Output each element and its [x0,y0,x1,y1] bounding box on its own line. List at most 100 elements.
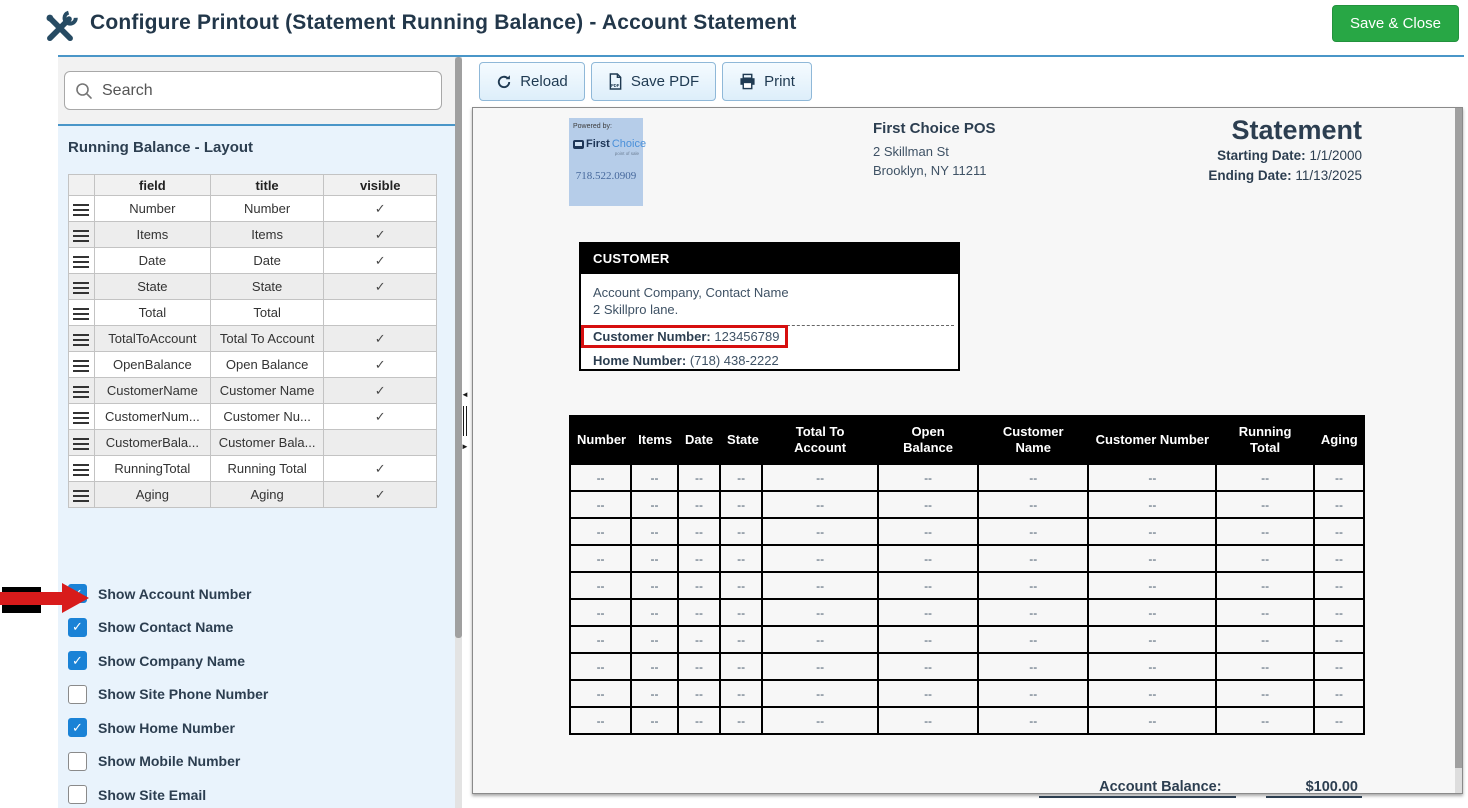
show-option-row[interactable]: ✓Show Company Name [68,651,438,670]
drag-handle-icon[interactable] [69,300,95,326]
statement-cell: -- [631,653,678,680]
logo-tagline: point of sale [573,151,639,156]
statement-cell: -- [720,653,762,680]
splitter-left-icon[interactable]: ◄ [459,390,471,400]
checkbox-checked[interactable]: ✓ [68,651,87,670]
statement-cell: -- [1088,491,1216,518]
visible-empty-cell[interactable] [324,430,437,456]
page-title: Configure Printout (Statement Running Ba… [90,11,797,35]
layout-row: CustomerNum...Customer Nu...✓ [69,404,437,430]
statement-col-header: Date [678,416,720,464]
drag-handle-icon[interactable] [69,274,95,300]
search-box[interactable] [64,71,442,110]
layout-field-cell: Items [94,222,210,248]
checkbox-unchecked[interactable] [68,752,87,771]
show-option-row[interactable]: ✓Show Account Number [68,584,438,603]
layout-col-visible: visible [324,175,437,196]
statement-cell: -- [1088,626,1216,653]
sidebar-scrollbar-thumb[interactable] [455,57,462,638]
show-option-row[interactable]: ✓ Show Contact Name [68,618,438,637]
statement-cell: -- [570,464,631,491]
panel-splitter[interactable]: ◄ ► [459,390,471,466]
visible-check-icon[interactable]: ✓ [324,248,437,274]
statement-cell: -- [878,491,978,518]
statement-cell: -- [1088,545,1216,572]
drag-handle-icon[interactable] [69,430,95,456]
splitter-grip-icon[interactable] [463,406,467,436]
visible-empty-cell[interactable] [324,300,437,326]
drag-handle-icon[interactable] [69,482,95,508]
visible-check-icon[interactable]: ✓ [324,404,437,430]
statement-cell: -- [762,653,878,680]
layout-field-cell: Aging [94,482,210,508]
statement-cell: -- [720,518,762,545]
statement-cell: -- [631,464,678,491]
search-input[interactable] [102,82,431,100]
visible-check-icon[interactable]: ✓ [324,274,437,300]
checkbox-checked[interactable]: ✓ [68,618,87,637]
visible-check-icon[interactable]: ✓ [324,326,437,352]
statement-cell: -- [678,599,720,626]
show-option-row[interactable]: Show Site Phone Number [68,685,438,704]
layout-field-cell: Total [94,300,210,326]
statement-cell: -- [678,653,720,680]
visible-check-icon[interactable]: ✓ [324,222,437,248]
statement-cell: -- [570,572,631,599]
visible-check-icon[interactable]: ✓ [324,482,437,508]
drag-handle-icon[interactable] [69,326,95,352]
visible-check-icon[interactable]: ✓ [324,456,437,482]
statement-cell: -- [570,680,631,707]
statement-col-header: Items [631,416,678,464]
splitter-right-icon[interactable]: ► [459,442,471,452]
layout-row: AgingAging✓ [69,482,437,508]
statement-cell: -- [978,599,1088,626]
layout-title-cell: Total [210,300,324,326]
checkbox-checked[interactable]: ✓ [68,718,87,737]
save-close-button[interactable]: Save & Close [1332,5,1459,42]
checkbox-unchecked[interactable] [68,685,87,704]
reload-button[interactable]: Reload [479,62,585,101]
customer-box-header: CUSTOMER [581,244,958,274]
account-balance: Account Balance:$100.00 [1039,779,1362,795]
drag-handle-icon[interactable] [69,456,95,482]
statement-cell: -- [720,464,762,491]
statement-cell: -- [878,707,978,734]
visible-check-icon[interactable]: ✓ [324,196,437,222]
show-option-row[interactable]: Show Site Email [68,785,438,804]
print-button[interactable]: Print [722,62,812,101]
statement-header: Statement Starting Date: 1/1/2000 Ending… [1208,114,1362,186]
drag-handle-icon[interactable] [69,222,95,248]
statement-cell: -- [678,518,720,545]
checkbox-unchecked[interactable] [68,785,87,804]
drag-handle-icon[interactable] [69,378,95,404]
statement-cell: -- [978,626,1088,653]
preview-scrollbar[interactable] [1455,108,1462,793]
show-option-row[interactable]: ✓Show Home Number [68,718,438,737]
statement-cell: -- [678,572,720,599]
statement-cell: -- [631,518,678,545]
statement-cell: -- [762,626,878,653]
layout-title-cell: Customer Name [210,378,324,404]
drag-handle-icon[interactable] [69,248,95,274]
drag-handle-icon[interactable] [69,404,95,430]
statement-cell: -- [720,599,762,626]
layout-field-cell: CustomerBala... [94,430,210,456]
statement-cell: -- [631,707,678,734]
statement-cell: -- [762,545,878,572]
save-pdf-button[interactable]: PDF Save PDF [591,62,716,101]
drag-handle-icon[interactable] [69,352,95,378]
statement-cell: -- [1088,464,1216,491]
drag-handle-icon[interactable] [69,196,95,222]
statement-cell: -- [678,707,720,734]
account-balance-value: $100.00 [1266,779,1362,798]
statement-cell: -- [631,491,678,518]
statement-cell: -- [878,518,978,545]
show-option-label: Show Site Phone Number [98,686,268,702]
statement-cell: -- [978,491,1088,518]
show-option-row[interactable]: Show Mobile Number [68,752,438,771]
preview-scrollbar-thumb[interactable] [1455,108,1462,768]
visible-check-icon[interactable]: ✓ [324,352,437,378]
show-option-label: Show Contact Name [98,619,233,635]
layout-title-cell: Items [210,222,324,248]
visible-check-icon[interactable]: ✓ [324,378,437,404]
